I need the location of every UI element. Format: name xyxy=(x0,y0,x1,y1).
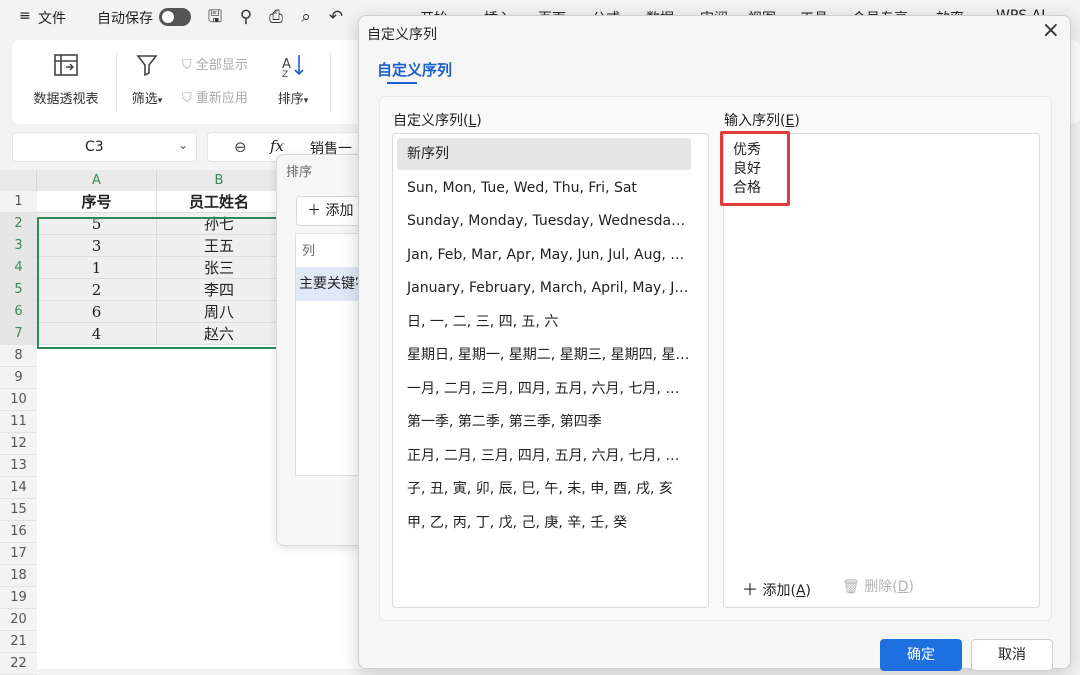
row-header[interactable]: 21 xyxy=(0,631,37,653)
filter-icon xyxy=(136,55,158,77)
row-header[interactable]: 2 xyxy=(0,213,37,235)
column-heading: 列 xyxy=(302,244,316,259)
column-header-a[interactable]: A xyxy=(37,170,157,191)
custom-lists-label: 自定义序列(L) xyxy=(393,113,482,129)
cancel-button[interactable]: 取消 xyxy=(971,639,1053,671)
ok-button[interactable]: 确定 xyxy=(880,639,962,671)
add-list-label: 添加(A) xyxy=(762,583,811,599)
show-all-label: 全部显示 xyxy=(195,58,248,73)
sort-dialog-title: 排序 xyxy=(286,165,313,180)
custom-list-dialog: 自定义序列 × 自定义序列 自定义序列(L) 输入序列(E) 新序列 Sun, M… xyxy=(358,15,1071,671)
custom-list-panel: 自定义序列(L) 输入序列(E) 新序列 Sun, Mon, Tue, Wed, … xyxy=(379,96,1052,621)
svg-text:Z: Z xyxy=(282,70,288,78)
ribbon-divider xyxy=(330,52,331,112)
entry-line: 优秀 xyxy=(733,142,761,158)
active-tab-indicator xyxy=(387,82,417,84)
list-item[interactable]: 一月, 二月, 三月, 四月, 五月, 六月, 七月, 八月, 九月, 十月, … xyxy=(397,373,691,405)
row-header[interactable]: 6 xyxy=(0,301,37,323)
entry-line: 良好 xyxy=(733,161,761,177)
list-item[interactable]: January, February, March, April, May, Ju… xyxy=(397,272,691,304)
row-header[interactable]: 4 xyxy=(0,257,37,279)
add-condition-label: 添加 xyxy=(325,203,354,219)
row-header[interactable]: 19 xyxy=(0,587,37,609)
dialog-title: 自定义序列 xyxy=(367,27,437,43)
plus-icon: ＋ xyxy=(307,203,321,219)
custom-lists-listbox[interactable]: 新序列 Sun, Mon, Tue, Wed, Thu, Fri, Sat Sund… xyxy=(392,133,709,608)
row-header[interactable]: 17 xyxy=(0,543,37,565)
filter-label: 筛选 xyxy=(131,92,158,107)
share-icon[interactable]: ⚲ xyxy=(236,7,256,27)
hamburger-menu-icon[interactable]: ≡ xyxy=(19,8,31,24)
pivot-table-label: 数据透视表 xyxy=(33,92,99,107)
select-all-corner[interactable] xyxy=(0,170,37,191)
list-item[interactable]: 星期日, 星期一, 星期二, 星期三, 星期四, 星期五, 星期六 xyxy=(397,339,691,371)
add-list-button[interactable]: ＋ 添加(A) xyxy=(742,576,811,600)
save-icon[interactable]: 🖫 xyxy=(205,7,225,27)
sort-button[interactable]: A Z 排序▾ xyxy=(270,52,316,107)
row-header[interactable]: 9 xyxy=(0,367,37,389)
fx-icon[interactable]: fx xyxy=(270,137,284,155)
chevron-down-icon[interactable]: ⌄ xyxy=(178,138,188,152)
chevron-down-icon: ▾ xyxy=(303,96,309,106)
print-preview-icon[interactable]: ⌕ xyxy=(296,7,316,27)
list-item[interactable]: 子, 丑, 寅, 卯, 辰, 巳, 午, 未, 申, 酉, 戌, 亥 xyxy=(397,473,691,505)
row-header[interactable]: 7 xyxy=(0,323,37,345)
list-entries-label: 输入序列(E) xyxy=(724,113,800,129)
pivot-table-button[interactable]: 数据透视表 xyxy=(24,52,108,107)
show-all-icon: ⛉ xyxy=(182,58,192,73)
row-header[interactable]: 8 xyxy=(0,345,37,367)
row-header[interactable]: 18 xyxy=(0,565,37,587)
column-header-b[interactable]: B xyxy=(157,170,282,191)
sort-icon: A Z xyxy=(282,55,304,80)
name-box[interactable]: C3 ⌄ xyxy=(12,132,197,162)
close-icon[interactable]: × xyxy=(1042,18,1060,43)
reapply-button[interactable]: ⛉ 重新应用 xyxy=(182,87,248,106)
row-header[interactable]: 20 xyxy=(0,609,37,631)
file-menu[interactable]: 文件 xyxy=(38,8,66,28)
row-header[interactable]: 1 xyxy=(0,191,37,213)
row-header[interactable]: 22 xyxy=(0,653,37,675)
row-header[interactable]: 16 xyxy=(0,521,37,543)
row-header[interactable]: 12 xyxy=(0,433,37,455)
show-all-button[interactable]: ⛉ 全部显示 xyxy=(182,54,248,73)
delete-list-label: 删除(D) xyxy=(864,579,914,595)
list-item[interactable]: 甲, 乙, 丙, 丁, 戊, 己, 庚, 辛, 壬, 癸 xyxy=(397,507,691,539)
list-entries-textarea[interactable]: 优秀 良好 合格 ＋ 添加(A) 🗑 删除(D) xyxy=(720,131,1040,608)
list-item[interactable]: Jan, Feb, Mar, Apr, May, Jun, Jul, Aug, … xyxy=(397,239,691,271)
delete-list-button[interactable]: 🗑 删除(D) xyxy=(842,576,914,596)
row-header[interactable]: 10 xyxy=(0,389,37,411)
sort-label: 排序 xyxy=(277,92,304,107)
row-header[interactable]: 11 xyxy=(0,411,37,433)
cell-reference: C3 xyxy=(85,139,104,155)
chevron-down-icon: ▾ xyxy=(157,96,163,106)
row-header[interactable]: 5 xyxy=(0,279,37,301)
list-item[interactable]: Sunday, Monday, Tuesday, Wednesday, Thur… xyxy=(397,205,691,237)
row-header[interactable]: 3 xyxy=(0,235,37,257)
list-item[interactable]: 日, 一, 二, 三, 四, 五, 六 xyxy=(397,306,691,338)
tab-custom-list[interactable]: 自定义序列 xyxy=(377,59,452,80)
list-item[interactable]: Sun, Mon, Tue, Wed, Thu, Fri, Sat xyxy=(397,172,691,204)
ribbon-divider xyxy=(116,52,117,112)
reapply-label: 重新应用 xyxy=(195,91,248,106)
table-cell[interactable]: 序号 xyxy=(37,191,157,213)
row-header[interactable]: 13 xyxy=(0,455,37,477)
plus-icon: ＋ xyxy=(742,580,759,599)
autosave-label: 自动保存 xyxy=(97,11,153,27)
autosave-toggle[interactable] xyxy=(159,8,191,26)
zoom-icon[interactable]: ⊖ xyxy=(234,138,247,156)
undo-icon[interactable]: ↶ xyxy=(326,7,346,27)
list-item[interactable]: 第一季, 第二季, 第三季, 第四季 xyxy=(397,406,691,438)
list-item[interactable]: 新序列 xyxy=(397,138,691,170)
table-cell[interactable]: 员工姓名 xyxy=(157,191,282,213)
print-icon[interactable]: ⎙ xyxy=(266,7,286,27)
pivot-table-icon xyxy=(54,54,78,76)
entry-line: 合格 xyxy=(733,180,761,196)
filter-button[interactable]: 筛选▾ xyxy=(124,52,170,107)
list-item[interactable]: 正月, 二月, 三月, 四月, 五月, 六月, 七月, 八月, 九月, 十月, … xyxy=(397,440,691,472)
selection-range xyxy=(37,217,282,349)
reapply-icon: ⛉ xyxy=(182,91,192,106)
trash-icon: 🗑 xyxy=(842,579,860,595)
row-header[interactable]: 14 xyxy=(0,477,37,499)
row-header[interactable]: 15 xyxy=(0,499,37,521)
